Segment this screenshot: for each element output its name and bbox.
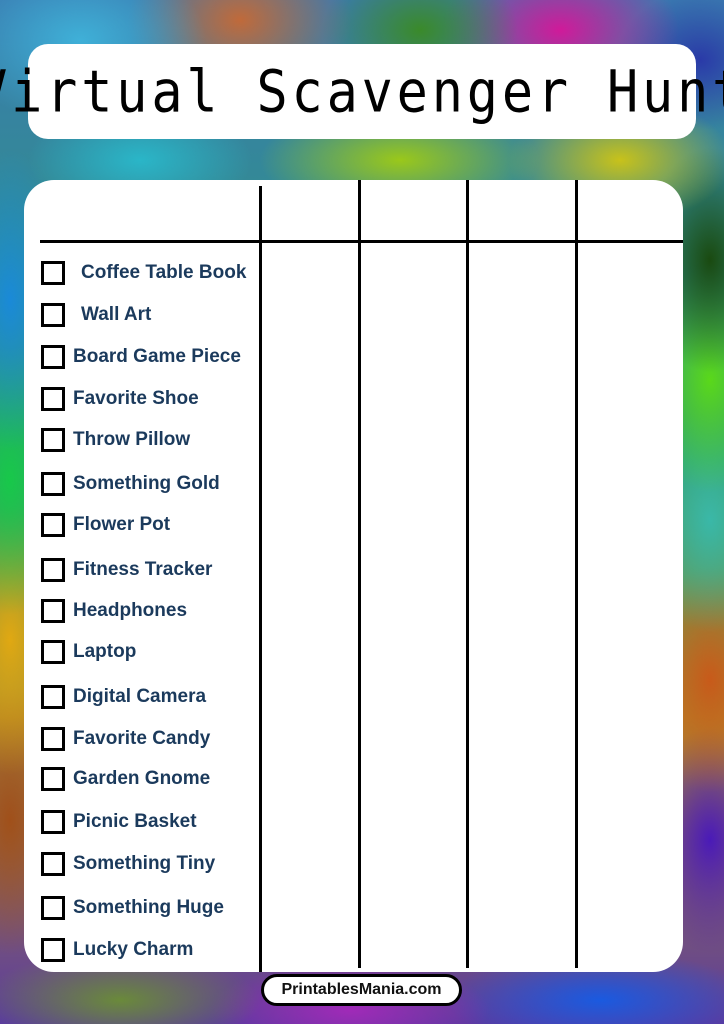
item-label: Flower Pot bbox=[73, 514, 171, 535]
title-banner: Virtual Scavenger Hunt bbox=[0, 44, 724, 139]
item-label: Throw Pillow bbox=[73, 429, 191, 450]
checkbox[interactable] bbox=[41, 428, 65, 452]
list-item: Fitness Tracker bbox=[41, 557, 212, 583]
item-label: Headphones bbox=[73, 600, 188, 621]
item-label: Laptop bbox=[73, 641, 137, 662]
checkbox[interactable] bbox=[41, 472, 65, 496]
checkbox[interactable] bbox=[41, 685, 65, 709]
column-divider-4 bbox=[575, 180, 578, 968]
list-item: Garden Gnome bbox=[41, 766, 210, 792]
checkbox[interactable] bbox=[41, 558, 65, 582]
item-label: Lucky Charm bbox=[73, 939, 194, 960]
page-title: Virtual Scavenger Hunt bbox=[0, 57, 724, 126]
list-item: Something Huge bbox=[41, 895, 224, 921]
item-label: Something Gold bbox=[73, 473, 220, 494]
checkbox[interactable] bbox=[41, 852, 65, 876]
checkbox[interactable] bbox=[41, 640, 65, 664]
checkbox[interactable] bbox=[41, 599, 65, 623]
list-item: Headphones bbox=[41, 598, 187, 624]
checkbox[interactable] bbox=[41, 896, 65, 920]
checkbox[interactable] bbox=[41, 767, 65, 791]
footer-site-text: PrintablesMania.com bbox=[281, 981, 442, 998]
item-label: Digital Camera bbox=[73, 686, 207, 707]
checkbox[interactable] bbox=[41, 303, 65, 327]
list-item: Wall Art bbox=[41, 302, 151, 328]
item-label: Something Huge bbox=[73, 897, 224, 918]
item-label: Board Game Piece bbox=[73, 346, 241, 367]
checkbox[interactable] bbox=[41, 727, 65, 751]
item-label: Favorite Shoe bbox=[73, 388, 199, 409]
checkbox[interactable] bbox=[41, 513, 65, 537]
item-label: Coffee Table Book bbox=[81, 262, 247, 283]
item-label: Fitness Tracker bbox=[73, 559, 213, 580]
column-divider-1 bbox=[259, 186, 262, 972]
checkbox[interactable] bbox=[41, 938, 65, 962]
list-item: Something Tiny bbox=[41, 851, 215, 877]
checkbox[interactable] bbox=[41, 261, 65, 285]
list-item: Something Gold bbox=[41, 471, 220, 497]
item-label: Wall Art bbox=[81, 304, 152, 325]
list-item: Throw Pillow bbox=[41, 427, 190, 453]
item-label: Favorite Candy bbox=[73, 728, 211, 749]
list-item: Lucky Charm bbox=[41, 937, 193, 963]
list-item: Picnic Basket bbox=[41, 809, 197, 835]
column-divider-3 bbox=[466, 180, 469, 968]
item-label: Picnic Basket bbox=[73, 811, 197, 832]
header-divider bbox=[40, 240, 683, 243]
checkbox[interactable] bbox=[41, 387, 65, 411]
column-divider-2 bbox=[358, 180, 361, 968]
list-item: Coffee Table Book bbox=[41, 260, 246, 286]
checkbox[interactable] bbox=[41, 810, 65, 834]
list-item: Digital Camera bbox=[41, 684, 206, 710]
list-item: Board Game Piece bbox=[41, 344, 241, 370]
list-item: Flower Pot bbox=[41, 512, 170, 538]
list-item: Favorite Candy bbox=[41, 726, 210, 752]
footer-site-badge: PrintablesMania.com bbox=[261, 974, 462, 1006]
item-label: Something Tiny bbox=[73, 853, 216, 874]
item-label: Garden Gnome bbox=[73, 768, 211, 789]
list-item: Laptop bbox=[41, 639, 136, 665]
checkbox[interactable] bbox=[41, 345, 65, 369]
list-item: Favorite Shoe bbox=[41, 386, 199, 412]
checklist-table: Coffee Table Book Wall Art Board Game Pi… bbox=[24, 180, 683, 972]
